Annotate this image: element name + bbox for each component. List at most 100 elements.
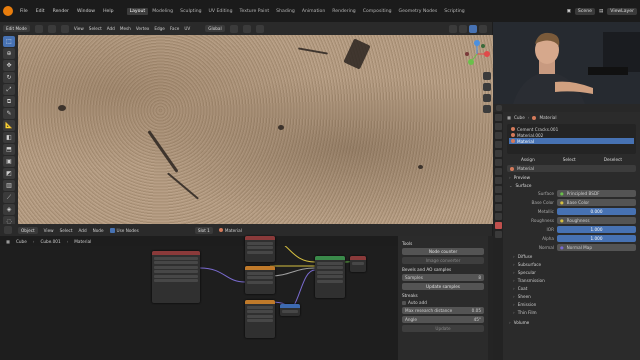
view-layer-tab-icon[interactable] xyxy=(494,141,502,148)
checkbox-icon[interactable] xyxy=(402,300,406,305)
perspective-toggle-icon[interactable] xyxy=(483,105,491,113)
measure-icon[interactable]: 📐 xyxy=(3,120,15,131)
edge-select-icon[interactable] xyxy=(47,24,56,33)
auto-add-checkbox[interactable]: Auto add xyxy=(402,300,484,305)
z-axis-icon[interactable] xyxy=(474,40,480,46)
object-tab-icon[interactable] xyxy=(494,168,502,175)
menu-render[interactable]: Render xyxy=(52,9,70,14)
bevels-section-title[interactable]: Bevels and AO samples xyxy=(402,267,484,272)
tab-shading[interactable]: Shading xyxy=(273,8,298,15)
modifier-tab-icon[interactable] xyxy=(494,177,502,184)
solid-shading-icon[interactable] xyxy=(469,24,477,33)
menu-view[interactable]: View xyxy=(44,228,54,233)
tab-compositing[interactable]: Compositing xyxy=(360,8,395,15)
alpha-slider[interactable]: 1.000 xyxy=(557,235,636,242)
y-axis-icon[interactable] xyxy=(468,59,474,65)
navigation-gizmo[interactable] xyxy=(463,40,491,68)
shader-type-selector[interactable]: Object xyxy=(18,226,38,234)
material-selector[interactable]: Material xyxy=(218,228,242,233)
specular-subsection[interactable]: › Specular xyxy=(507,270,636,275)
tab-animation[interactable]: Animation xyxy=(299,8,328,15)
annotate-icon[interactable]: ✎ xyxy=(3,108,15,119)
particles-tab-icon[interactable] xyxy=(494,186,502,193)
surface-shader-field[interactable]: ● Principled BSDF xyxy=(557,190,636,197)
angle-field[interactable]: Angle 45° xyxy=(402,316,484,323)
sheen-subsection[interactable]: › Sheen xyxy=(507,294,636,299)
x-axis-icon[interactable] xyxy=(484,51,490,57)
use-nodes-toggle[interactable]: Use Nodes xyxy=(109,227,139,233)
menu-help[interactable]: Help xyxy=(102,9,114,14)
camera-view-icon[interactable] xyxy=(483,94,491,102)
menu-file[interactable]: File xyxy=(19,9,29,14)
menu-edit[interactable]: Edit xyxy=(35,9,46,14)
menu-select[interactable]: Select xyxy=(89,26,102,31)
menu-node[interactable]: Node xyxy=(93,228,104,233)
scale-icon[interactable]: ⤢ xyxy=(3,84,15,95)
update-samples-button[interactable]: Update samples xyxy=(402,283,484,290)
principled-bsdf-node[interactable] xyxy=(315,256,345,298)
tab-texture-paint[interactable]: Texture Paint xyxy=(237,8,273,15)
material-shading-icon[interactable] xyxy=(479,24,487,33)
rotate-icon[interactable]: ↻ xyxy=(3,72,15,83)
node-counter-button[interactable]: Node counter xyxy=(402,248,484,255)
ior-slider[interactable]: 1.000 xyxy=(557,226,636,233)
menu-edge[interactable]: Edge xyxy=(154,26,165,31)
proportional-icon[interactable] xyxy=(255,24,264,33)
material-datablock[interactable]: Material xyxy=(507,165,636,172)
poly-build-icon[interactable]: ◈ xyxy=(3,204,15,215)
emission-subsection[interactable]: › Emission xyxy=(507,302,636,307)
select-box-icon[interactable]: ⬚ xyxy=(3,36,15,47)
cursor-icon[interactable]: ⊕ xyxy=(3,48,15,59)
constraints-tab-icon[interactable] xyxy=(494,204,502,211)
checkbox-icon[interactable] xyxy=(109,227,115,233)
render-tab-icon[interactable] xyxy=(494,123,502,130)
thin-film-subsection[interactable]: › Thin Film xyxy=(507,310,636,315)
coat-subsection[interactable]: › Coat xyxy=(507,286,636,291)
data-tab-icon[interactable] xyxy=(494,213,502,220)
knife-icon[interactable]: ⟋ xyxy=(3,192,15,203)
surface-section[interactable]: ⌄ Surface xyxy=(507,183,636,188)
tab-sculpting[interactable]: Sculpting xyxy=(177,8,204,15)
normal-map-node[interactable] xyxy=(245,300,275,338)
reroute-node[interactable] xyxy=(280,304,300,316)
menu-add[interactable]: Add xyxy=(107,26,115,31)
material-tab-icon[interactable] xyxy=(494,222,502,229)
3d-viewport[interactable] xyxy=(18,35,493,224)
world-tab-icon[interactable] xyxy=(494,159,502,166)
normal-field[interactable]: ● Normal Map xyxy=(557,244,636,251)
transmission-subsection[interactable]: › Transmission xyxy=(507,278,636,283)
list-item[interactable]: Material xyxy=(509,138,634,144)
loop-cut-icon[interactable]: ▥ xyxy=(3,180,15,191)
extrude-icon[interactable]: ⬒ xyxy=(3,144,15,155)
physics-tab-icon[interactable] xyxy=(494,195,502,202)
tab-uv-editing[interactable]: UV Editing xyxy=(206,8,236,15)
diffuse-subsection[interactable]: › Diffuse xyxy=(507,254,636,259)
menu-view[interactable]: View xyxy=(74,26,84,31)
blender-logo-icon[interactable] xyxy=(3,6,13,16)
snap-icon[interactable] xyxy=(242,24,251,33)
update-button[interactable]: Update xyxy=(402,325,484,332)
inset-icon[interactable]: ▣ xyxy=(3,156,15,167)
max-distance-field[interactable]: Max research distance 0.05 xyxy=(402,307,484,314)
neg-x-axis-icon[interactable] xyxy=(465,52,469,56)
menu-add[interactable]: Add xyxy=(79,228,87,233)
node-editor-canvas[interactable] xyxy=(0,236,398,360)
menu-uv[interactable]: UV xyxy=(184,26,190,31)
tab-layout[interactable]: Layout xyxy=(126,7,149,15)
preview-section[interactable]: › Preview xyxy=(507,175,636,180)
image-converter-button[interactable]: Image converter xyxy=(402,257,484,264)
scene-tab-icon[interactable] xyxy=(494,150,502,157)
menu-select[interactable]: Select xyxy=(60,228,73,233)
menu-face[interactable]: Face xyxy=(170,26,179,31)
tools-section-title[interactable]: Tools xyxy=(402,241,484,246)
orientation-selector[interactable]: Global xyxy=(205,25,225,32)
texture-coordinate-node[interactable] xyxy=(152,251,200,303)
menu-window[interactable]: Window xyxy=(76,9,96,14)
editor-type-icon[interactable] xyxy=(4,226,12,234)
menu-mesh[interactable]: Mesh xyxy=(120,26,131,31)
menu-vertex[interactable]: Vertex xyxy=(136,26,149,31)
volume-section[interactable]: › Volume xyxy=(507,320,636,325)
material-output-node[interactable] xyxy=(350,256,366,272)
tab-rendering[interactable]: Rendering xyxy=(329,8,358,15)
texture-tab-icon[interactable] xyxy=(494,231,502,238)
